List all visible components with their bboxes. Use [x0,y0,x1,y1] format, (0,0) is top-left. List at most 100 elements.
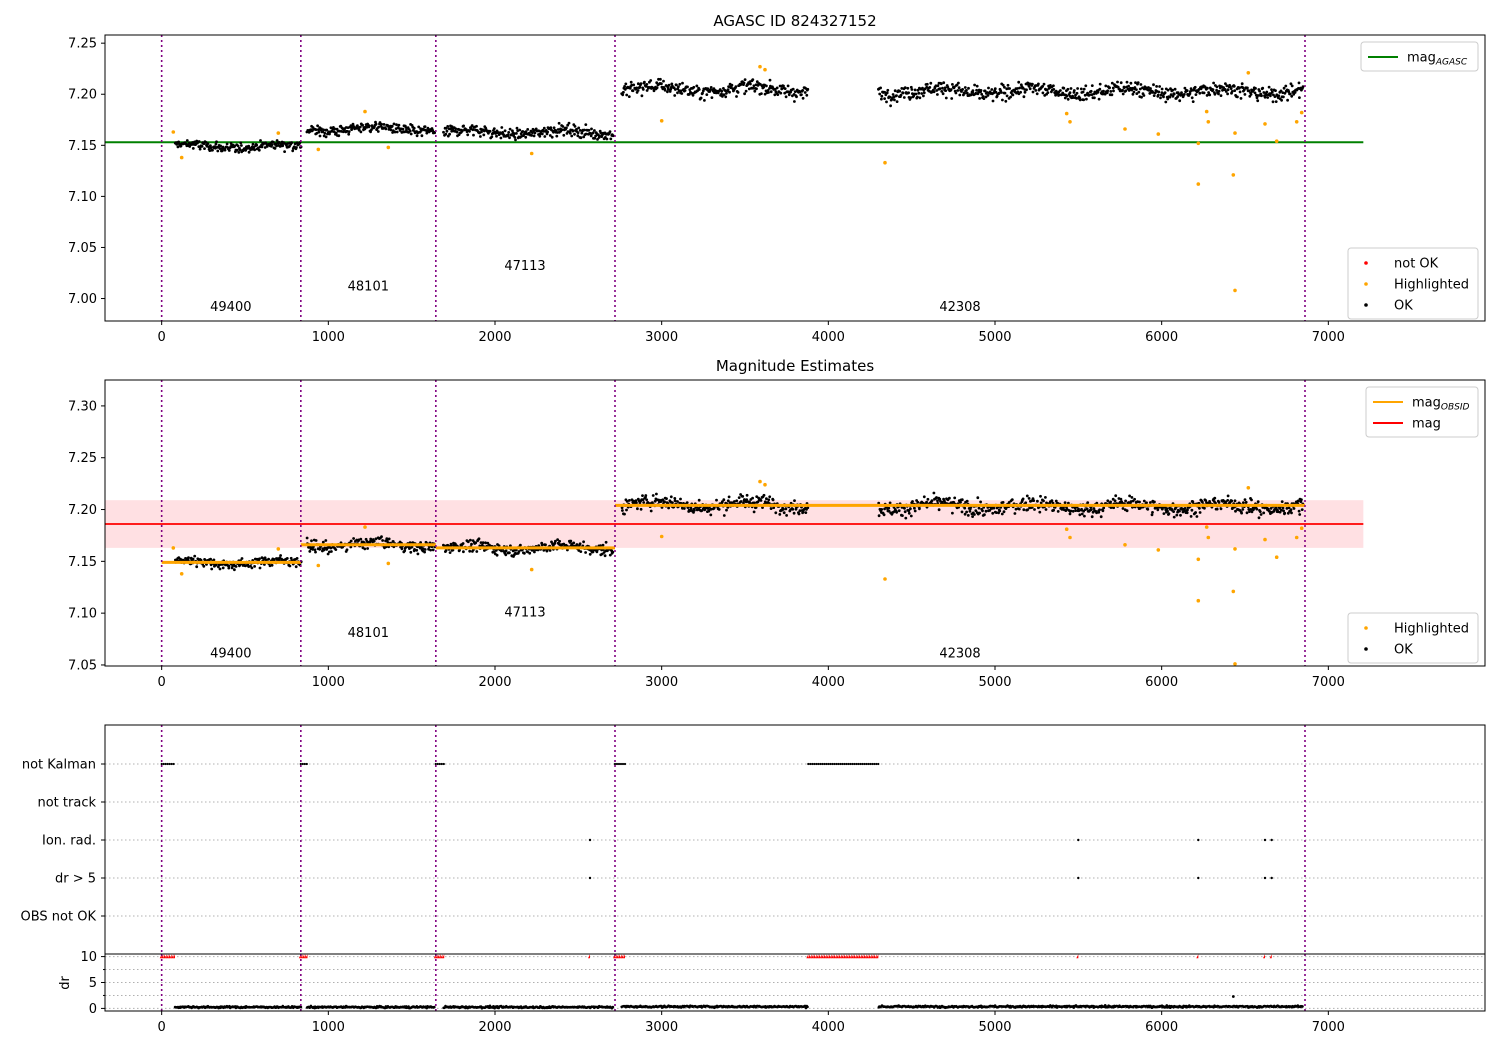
p2-highlighted-point [1196,557,1201,562]
p1-ok-point [1274,89,1277,92]
p2-ok-point [448,551,452,554]
p1-ok-point [589,134,593,138]
p2-ok-point [1195,515,1199,518]
p2-ok-point [1033,508,1036,511]
p2-highlighted-point [659,534,664,539]
p1-ok-point [206,142,210,146]
p1-ok-point [1226,92,1229,96]
p2-ok-point [735,499,739,503]
p1-ok-point [507,131,511,134]
p1-ok-point [203,147,206,151]
p2-ok-point [1017,507,1021,511]
p2-ok-point [769,507,773,510]
p1-ok-point [971,89,975,92]
p2-ytick-label: 7.20 [68,503,97,518]
p1-ok-point [901,91,905,95]
p1-ok-point [734,85,738,88]
p1-ok-point [1162,95,1165,99]
p2-ok-point [359,537,363,541]
p4-xtick-label: 7000 [1312,1020,1345,1035]
p2-highlighted-point [1274,555,1279,559]
p1-ok-point [944,96,948,100]
p2-top-legend-label: mag [1412,417,1441,432]
p1-ok-point [240,144,243,147]
p2-ok-point [314,550,317,554]
p1-ok-point [880,94,884,98]
p1-ok-point [270,143,274,147]
p2-highlighted-point [1233,547,1237,551]
flag-point [823,762,826,766]
p2-ok-point [960,510,964,514]
p1-ok-point [1005,94,1009,98]
p2-ok-point [481,541,485,545]
p2-ok-point [1119,497,1123,501]
p1-ok-point [886,88,890,92]
p1-ok-point [936,93,939,96]
flag-point [588,876,592,880]
p2-ok-point [651,494,655,497]
p1-ok-point [1027,84,1031,88]
p1-ok-point [508,127,512,131]
p1-ytick-label: 7.15 [68,139,97,154]
p1-bottom-legend-dot [1364,261,1368,265]
p1-ok-point [1217,89,1221,93]
p1-ok-point [942,81,946,85]
p1-obsid-label: 42308 [939,300,980,315]
p2-ok-point [363,547,367,551]
p1-ok-point [720,92,723,96]
p1-ok-point [1037,82,1040,86]
flag-point [817,762,820,766]
p2-ok-point [1101,509,1105,513]
p1-highlighted-point [1233,131,1237,135]
p2-ok-point [639,507,643,511]
p2-ok-point [1109,500,1112,504]
p1-ok-point [508,136,511,140]
p1-ok-point [950,97,954,100]
p2-ok-point [548,549,552,552]
p1-ok-point [1125,80,1129,84]
p1-ok-point [1104,84,1108,88]
p2-ok-point [1071,509,1075,513]
p2-ok-point [1217,501,1221,504]
p1-ok-point [317,130,321,134]
p2-ok-point [797,512,801,516]
p2-ok-point [745,493,749,497]
p2-ok-point [1258,510,1262,513]
p1-ok-point [255,143,259,147]
p2-ok-point [1080,512,1084,516]
p2-ok-point [737,496,741,499]
p1-ok-point [1129,81,1133,85]
flag-point [1197,838,1200,842]
p2-ok-point [709,513,713,517]
p1-ok-point [532,134,536,138]
p1-ok-point [1229,87,1233,90]
p2-ok-point [722,498,726,502]
p2-ok-point [1042,499,1045,503]
p2-highlighted-point [1294,535,1299,540]
p1-xtick-label: 3000 [645,330,678,345]
flag-point [615,762,619,766]
p2-ok-point [759,499,763,502]
p1-ok-point [1236,95,1239,99]
p1-ok-point [1277,94,1281,98]
p2-ok-point [191,557,195,561]
p1-highlighted-point [758,64,762,69]
p1-ok-point [1112,89,1115,93]
p1-ok-point [783,87,787,90]
p2-highlighted-point [529,567,534,572]
p1-ok-point [423,125,427,128]
p1-highlighted-point [179,155,184,160]
p2-ok-point [911,500,914,503]
p2-ytick-label: 7.15 [68,555,97,570]
panel2-title: Magnitude Estimates [716,357,874,375]
p1-highlighted-point [1196,141,1201,146]
p1-ok-point [1297,81,1301,85]
p1-ok-point [573,125,577,128]
p1-ok-point [397,123,401,127]
p2-ok-point [792,511,796,515]
magnitude-estimates-panel: Magnitude Estimates 49400481014711342308… [68,357,1486,690]
p2-ok-point [187,556,190,560]
p2-ok-point [791,507,795,511]
p2-ok-point [926,497,930,501]
p1-ok-point [197,140,201,143]
